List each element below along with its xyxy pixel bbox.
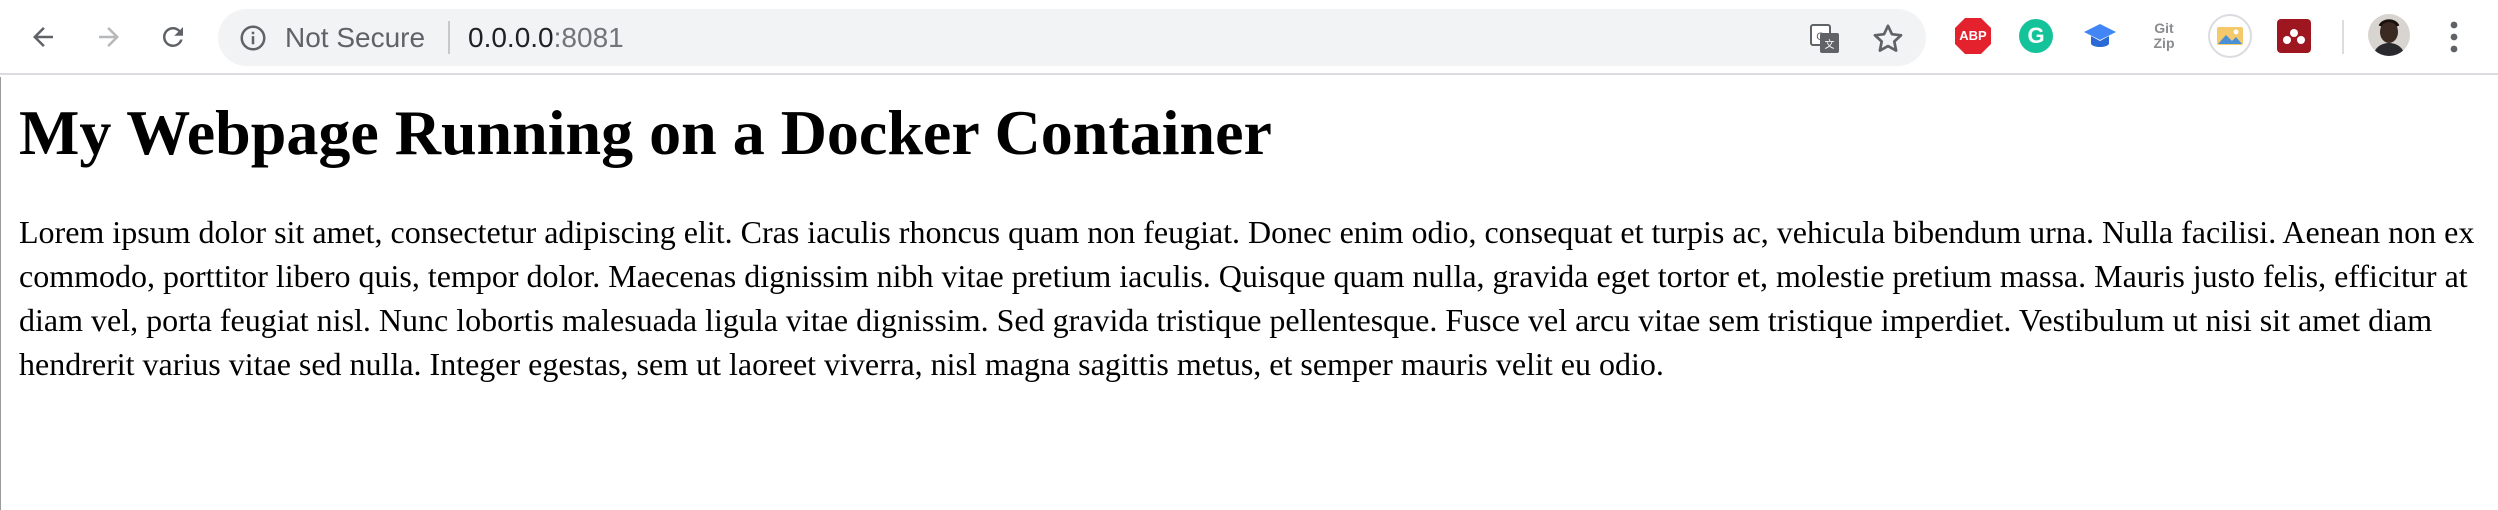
gitzip-extension[interactable]: Git Zip bbox=[2144, 16, 2184, 56]
address-divider bbox=[448, 21, 450, 54]
url-host: 0.0.0.0 bbox=[468, 22, 554, 53]
graduation-cap-extension[interactable] bbox=[2080, 16, 2120, 56]
adblock-plus-label: ABP bbox=[1959, 28, 1987, 43]
image-capture-icon bbox=[2208, 14, 2252, 58]
svg-text:文: 文 bbox=[1825, 38, 1835, 51]
address-bar[interactable]: Not Secure 0.0.0.0:8081 G 文 bbox=[218, 9, 1926, 66]
back-arrow-icon bbox=[33, 27, 53, 47]
url-text[interactable]: 0.0.0.0:8081 bbox=[468, 23, 624, 53]
screenshot-extension[interactable] bbox=[2208, 14, 2252, 58]
star-icon[interactable] bbox=[1870, 21, 1906, 57]
gitzip-icon: Git Zip bbox=[2144, 16, 2184, 56]
forward-button[interactable] bbox=[86, 14, 132, 60]
gitzip-line2: Zip bbox=[2153, 35, 2175, 51]
security-label: Not Secure bbox=[285, 22, 426, 53]
page-paragraph: Lorem ipsum dolor sit amet, consectetur … bbox=[19, 214, 2475, 382]
mendeley-icon bbox=[2277, 19, 2311, 53]
profile-avatar[interactable] bbox=[2368, 14, 2410, 56]
gitzip-line1: Git bbox=[2154, 20, 2174, 36]
page-heading: My Webpage Running on a Docker Container bbox=[19, 97, 1272, 168]
mendeley-extension[interactable] bbox=[2274, 16, 2314, 56]
adblock-plus-extension[interactable]: ABP bbox=[1953, 16, 1993, 56]
reload-button[interactable] bbox=[150, 14, 196, 60]
info-icon[interactable] bbox=[238, 23, 268, 53]
url-port: :8081 bbox=[553, 22, 624, 53]
toolbar-divider bbox=[2342, 20, 2344, 54]
reload-icon bbox=[162, 26, 183, 47]
svg-text:G: G bbox=[1816, 31, 1825, 43]
avatar-icon bbox=[2368, 14, 2410, 56]
web-page-content: My Webpage Running on a Docker Container… bbox=[0, 77, 2498, 510]
back-button[interactable] bbox=[20, 14, 66, 60]
grammarly-label: G bbox=[2027, 23, 2045, 48]
graduation-cap-icon bbox=[2084, 24, 2116, 47]
kebab-menu-icon bbox=[2450, 21, 2458, 53]
grammarly-extension[interactable]: G bbox=[2016, 16, 2056, 56]
forward-arrow-icon bbox=[99, 27, 119, 47]
browser-toolbar: Not Secure 0.0.0.0:8081 G 文 ABP G Git Zi… bbox=[0, 0, 2498, 75]
browser-menu-button[interactable] bbox=[2434, 14, 2474, 60]
translate-icon[interactable]: G 文 bbox=[1808, 22, 1842, 56]
